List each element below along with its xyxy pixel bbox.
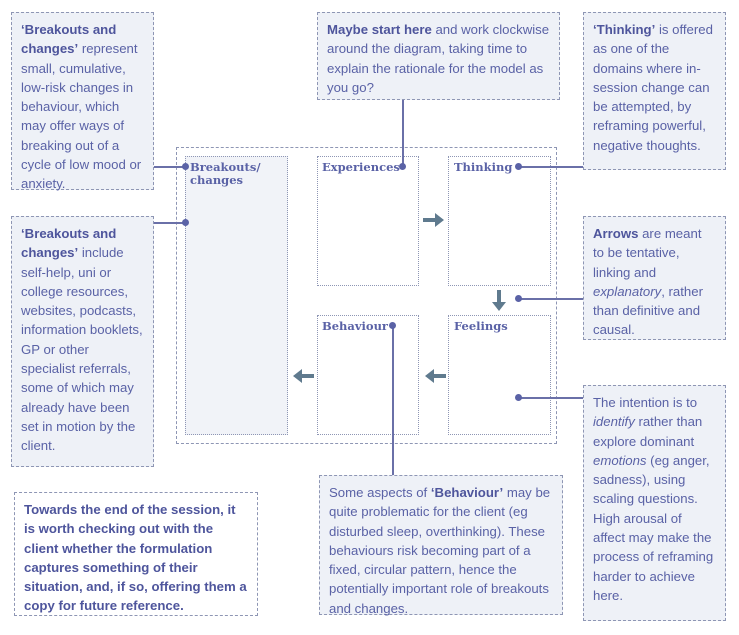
connector-dot [399,163,406,170]
box-thinking [448,156,551,286]
connector-dot [389,322,396,329]
box-behaviour [317,315,419,435]
box-title-thinking: Thinking [454,160,513,174]
note-bold: ‘Thinking’ [593,22,656,37]
note-text: (eg anger, sadness), using scaling quest… [593,452,714,603]
connector-line [402,100,404,166]
arrow-right-icon [423,213,444,227]
connector-dot [515,163,522,170]
note-bold: Maybe start here [327,22,432,37]
note-text: may be quite problematic for the client … [329,485,551,616]
note-end-session: Towards the end of the session, it is wo… [14,492,258,616]
connector-dot [515,394,522,401]
connector-line [392,325,394,475]
connector-line [519,298,583,300]
note-text: Some aspects of [329,485,431,500]
note-bold: Arrows [593,226,639,241]
arrow-left-icon [425,369,446,383]
arrow-down-icon [492,290,506,311]
note-text: represent small, cumulative, low-risk ch… [21,41,142,192]
note-text: The intention is to [593,395,698,410]
note-italic: explanatory [593,283,662,299]
connector-line [519,397,583,399]
connector-dot [182,219,189,226]
connector-dot [515,295,522,302]
note-breakouts-include: ‘Breakouts and changes’ include self-hel… [11,216,154,467]
note-start-here: Maybe start here and work clockwise arou… [317,12,560,100]
note-text: include self-help, uni or college resour… [21,245,143,454]
box-experiences [317,156,419,286]
connector-line [519,166,583,168]
box-feelings [448,315,551,435]
note-breakouts-represent: ‘Breakouts and changes’ represent small,… [11,12,154,192]
connector-line [154,166,185,168]
connector-dot [182,163,189,170]
note-arrows: Arrows are meant to be tentative, linkin… [583,216,726,340]
note-text: Towards the end of the session, it is wo… [24,502,247,614]
box-title-behaviour: Behaviour [322,319,388,333]
note-behaviour: Some aspects of ‘Behaviour’ may be quite… [319,475,563,616]
note-italic: identify [593,414,635,430]
note-italic: emotions [593,452,647,468]
note-thinking: ‘Thinking’ is offered as one of the doma… [583,12,726,170]
note-text: is offered as one of the domains where i… [593,22,713,153]
box-title-breakouts: Breakouts/ changes [190,160,261,187]
note-bold: ‘Behaviour’ [430,485,504,500]
connector-line [154,222,185,224]
note-feelings: The intention is to identify rather than… [583,385,726,621]
box-title-experiences: Experiences [322,160,400,174]
box-title-feelings: Feelings [454,319,508,333]
box-breakouts-changes [185,156,288,435]
arrow-left-icon [293,369,314,383]
